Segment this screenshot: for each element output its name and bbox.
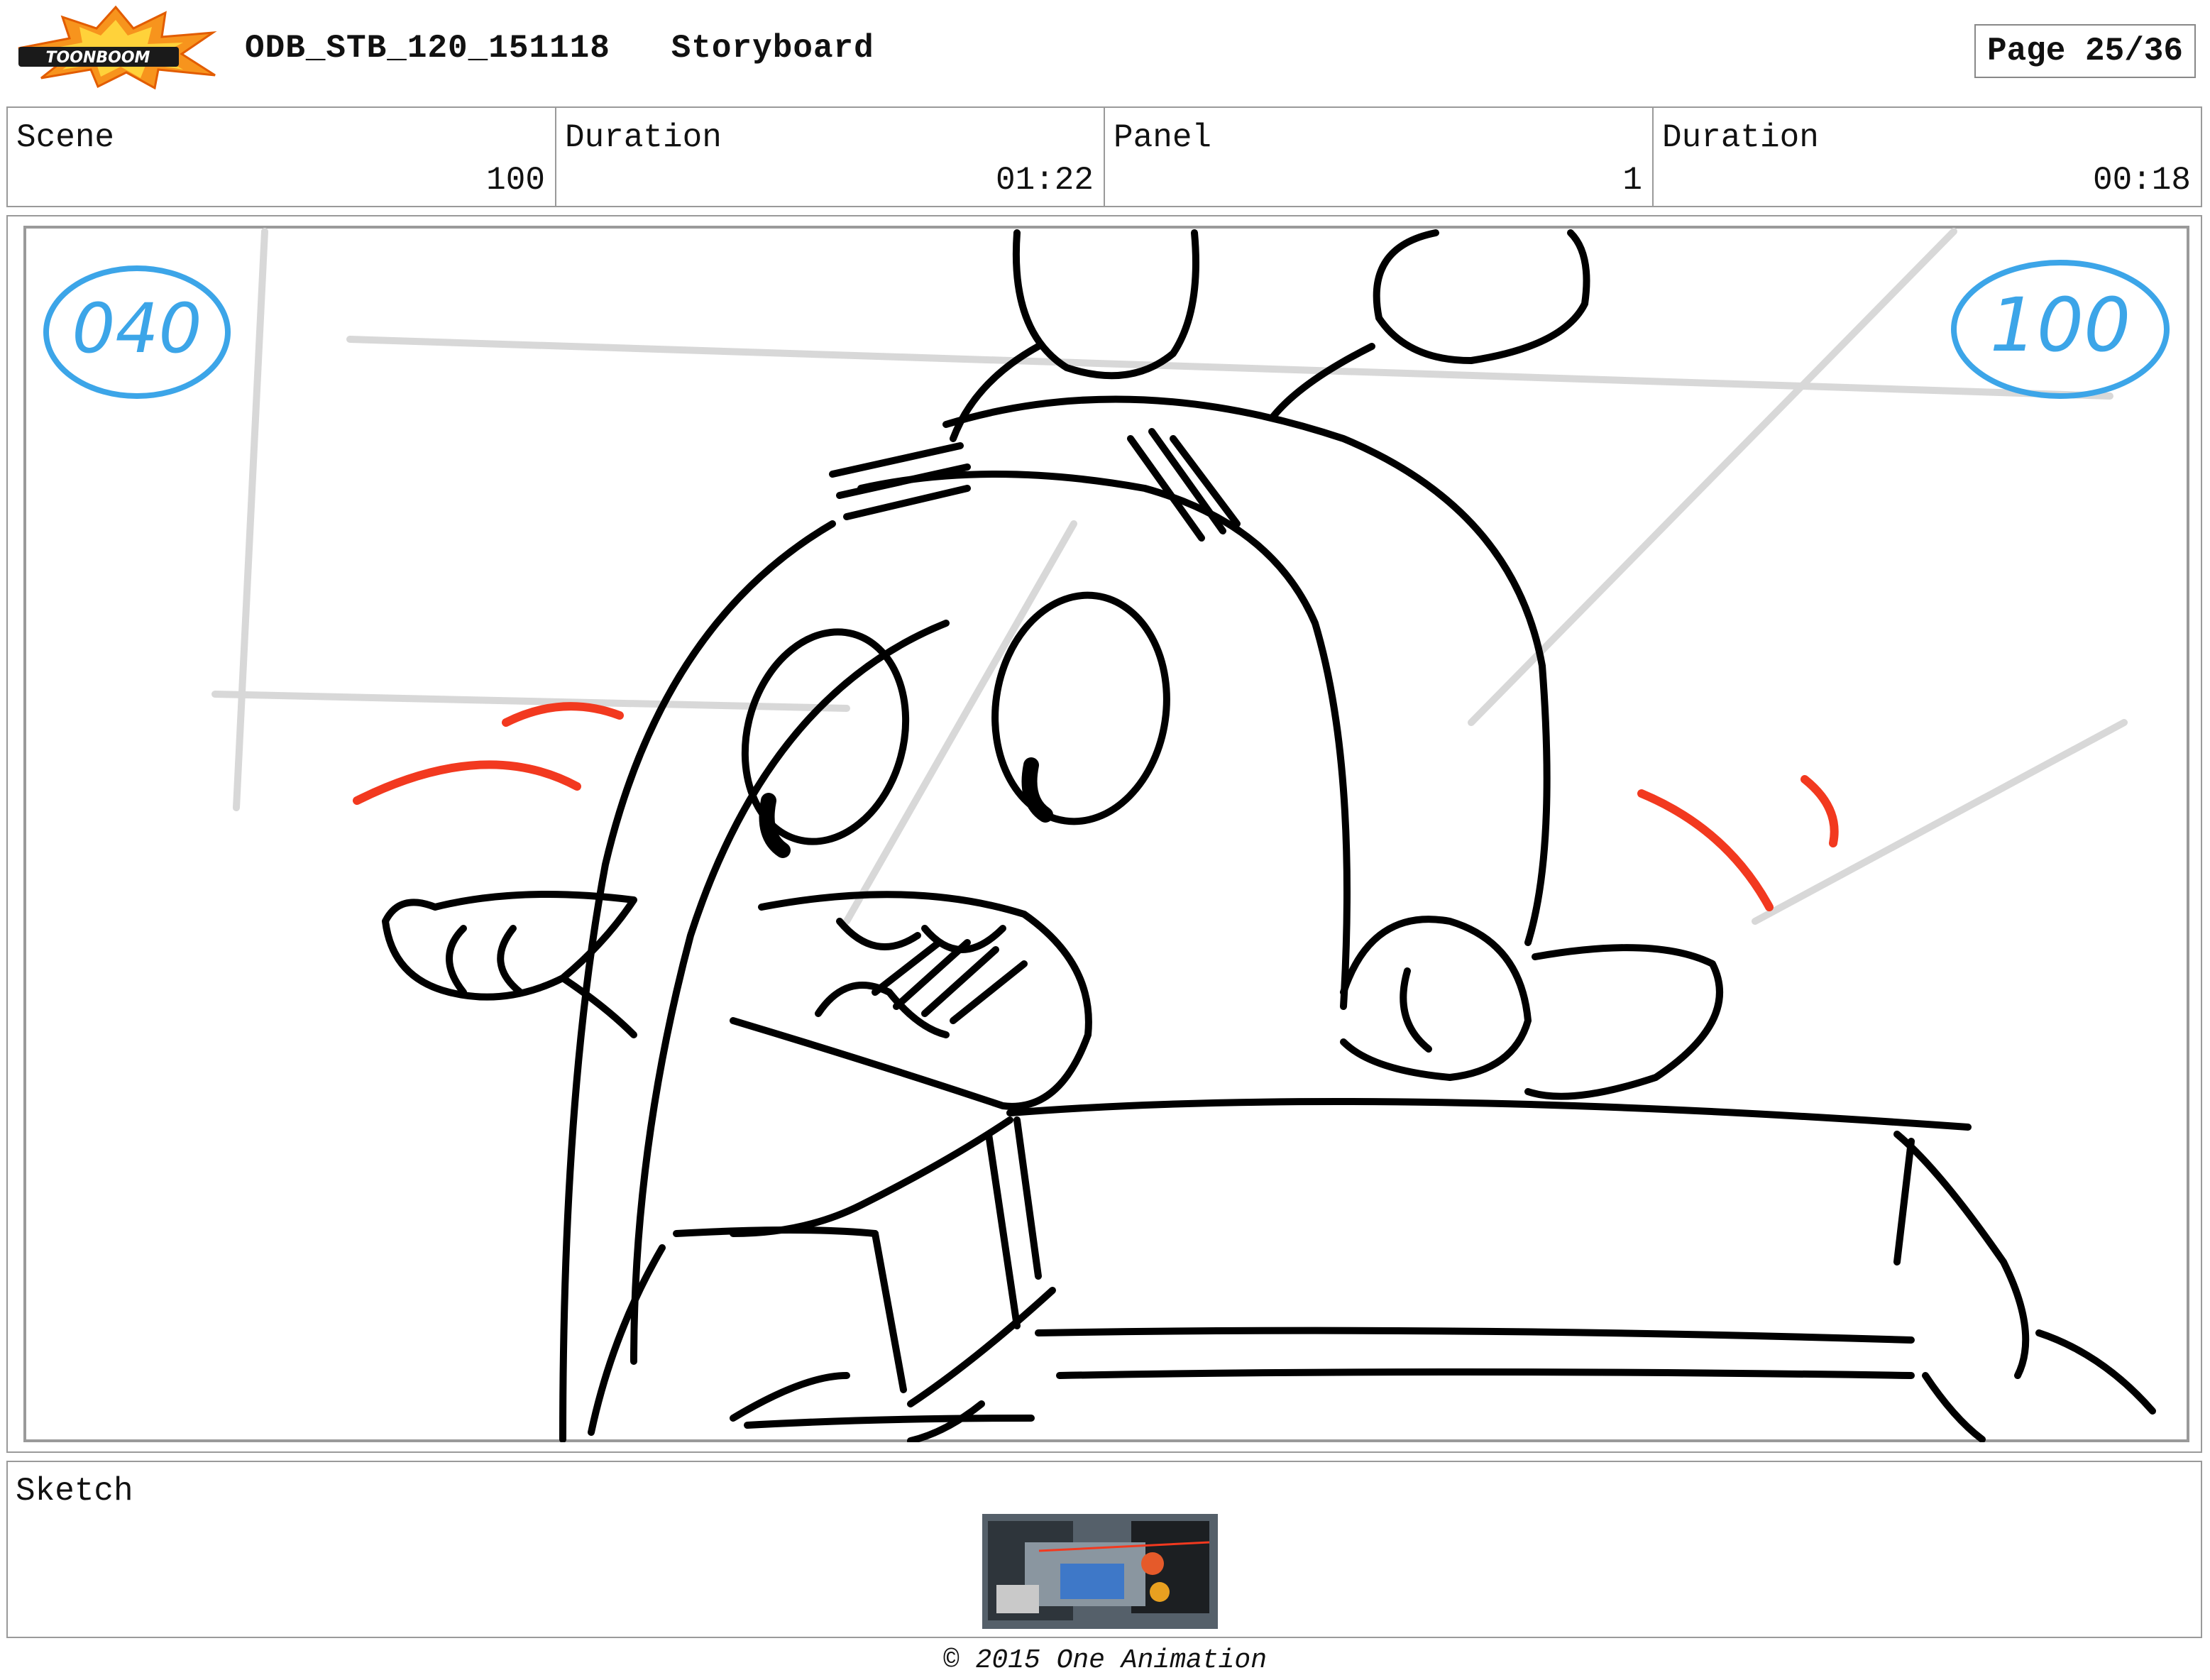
logo-text: TOONBOOM [46,49,150,67]
scene-duration-label: Duration [565,119,722,156]
scene-duration-value: 01:22 [995,162,1094,199]
scene-marker-right-text: 100 [1990,282,2131,368]
toonboom-logo: TOONBOOM [18,5,217,89]
storyboard-panel-drawing: 040 100 [23,226,2189,1442]
panel-border [23,226,2189,1442]
scene-duration-cell: Duration 01:22 [556,108,1105,206]
panel-duration-cell: Duration 00:18 [1654,108,2201,206]
page-indicator: Page 25/36 [1974,24,2196,78]
scene-info-row: Scene 100 Duration 01:22 Panel 1 Duratio… [6,106,2202,207]
panel-cell: Panel 1 [1105,108,1654,206]
scene-value: 100 [486,162,545,199]
document-title: ODB_STB_120_151118 Storyboard [245,30,874,67]
scene-label: Scene [16,119,115,156]
project-name: ODB_STB_120_151118 [245,30,610,67]
copyright-notice: © 2015 One Animation [942,1645,1268,1676]
sketch-thumbnail[interactable] [982,1514,1218,1629]
panel-label: Panel [1114,119,1212,156]
panel-value: 1 [1622,162,1642,199]
panel-duration-value: 00:18 [2092,162,2191,199]
scene-cell: Scene 100 [8,108,556,206]
scene-marker-left-text: 040 [72,289,202,368]
panel-duration-label: Duration [1662,119,1819,156]
document-type: Storyboard [671,30,874,67]
sketch-label: Sketch [16,1473,133,1510]
